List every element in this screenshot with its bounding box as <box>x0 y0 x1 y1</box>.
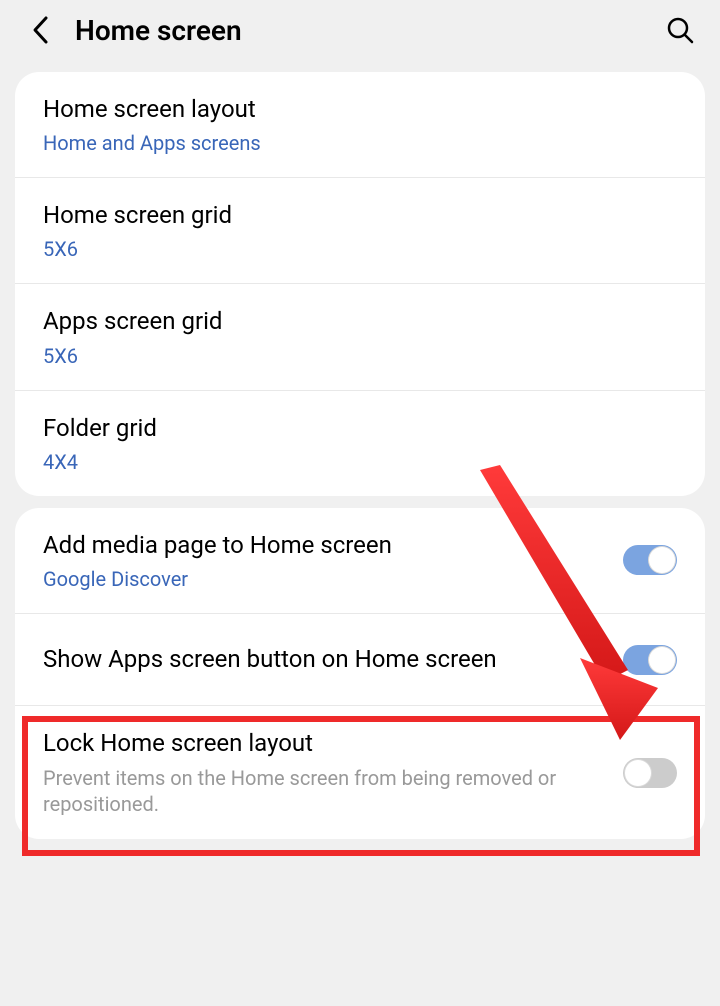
search-icon <box>666 16 694 44</box>
item-subtitle: Google Discover <box>43 567 603 591</box>
item-text: Folder grid 4X4 <box>43 413 677 474</box>
item-title: Folder grid <box>43 413 657 444</box>
item-title: Show Apps screen button on Home screen <box>43 644 603 675</box>
toggle-media-page[interactable] <box>623 545 677 575</box>
item-apps-screen-grid[interactable]: Apps screen grid 5X6 <box>15 284 705 390</box>
item-text: Apps screen grid 5X6 <box>43 306 677 367</box>
toggle-knob <box>624 759 652 787</box>
item-home-screen-grid[interactable]: Home screen grid 5X6 <box>15 178 705 284</box>
item-description: Prevent items on the Home screen from be… <box>43 765 603 817</box>
item-title: Add media page to Home screen <box>43 530 603 561</box>
page-title: Home screen <box>75 14 660 47</box>
item-title: Lock Home screen layout <box>43 728 603 759</box>
item-subtitle: 4X4 <box>43 450 657 474</box>
toggle-knob <box>648 646 676 674</box>
header: Home screen <box>0 0 720 60</box>
toggle-show-apps[interactable] <box>623 645 677 675</box>
search-button[interactable] <box>660 10 700 50</box>
back-button[interactable] <box>20 10 60 50</box>
item-text: Home screen layout Home and Apps screens <box>43 94 677 155</box>
item-title: Home screen layout <box>43 94 657 125</box>
toggle-knob <box>648 546 676 574</box>
item-text: Show Apps screen button on Home screen <box>43 644 623 675</box>
item-text: Add media page to Home screen Google Dis… <box>43 530 623 591</box>
chevron-left-icon <box>31 15 49 45</box>
item-title: Home screen grid <box>43 200 657 231</box>
item-folder-grid[interactable]: Folder grid 4X4 <box>15 391 705 496</box>
item-subtitle: 5X6 <box>43 344 657 368</box>
item-add-media-page[interactable]: Add media page to Home screen Google Dis… <box>15 508 705 614</box>
item-lock-home-layout[interactable]: Lock Home screen layout Prevent items on… <box>15 706 705 839</box>
item-text: Home screen grid 5X6 <box>43 200 677 261</box>
item-home-screen-layout[interactable]: Home screen layout Home and Apps screens <box>15 72 705 178</box>
toggle-lock-layout[interactable] <box>623 758 677 788</box>
item-title: Apps screen grid <box>43 306 657 337</box>
item-subtitle: 5X6 <box>43 237 657 261</box>
settings-group-1: Home screen layout Home and Apps screens… <box>15 72 705 496</box>
item-show-apps-button[interactable]: Show Apps screen button on Home screen <box>15 614 705 706</box>
item-subtitle: Home and Apps screens <box>43 131 657 155</box>
settings-group-2: Add media page to Home screen Google Dis… <box>15 508 705 840</box>
item-text: Lock Home screen layout Prevent items on… <box>43 728 623 817</box>
